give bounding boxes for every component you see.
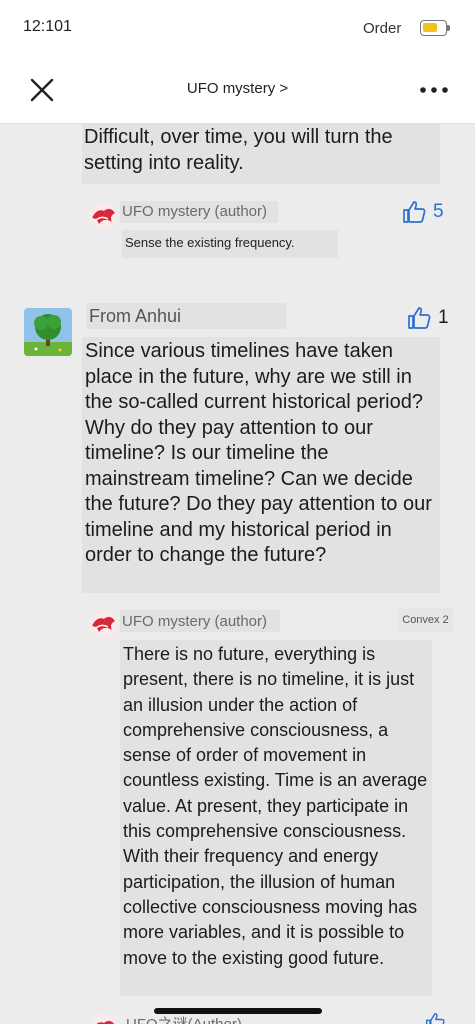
- user-avatar[interactable]: [24, 308, 72, 356]
- commenter-name[interactable]: From Anhui: [89, 306, 181, 327]
- author-name[interactable]: UFO mystery (author): [122, 203, 267, 220]
- author-avatar[interactable]: [89, 202, 117, 230]
- status-time: 12:101: [23, 18, 72, 35]
- battery-level: [423, 23, 437, 32]
- status-bar: 12:101 Order: [0, 0, 475, 58]
- nav-title[interactable]: UFO mystery >: [0, 80, 475, 97]
- author-name[interactable]: UFO mystery (author): [122, 613, 267, 630]
- post-text: Difficult, over time, you will turn the …: [84, 126, 393, 174]
- thumbs-up-icon[interactable]: [424, 1012, 446, 1024]
- like-button[interactable]: 5: [401, 200, 444, 224]
- like-count: 1: [438, 307, 449, 328]
- like-button[interactable]: 1: [406, 306, 449, 330]
- home-indicator[interactable]: [154, 1008, 322, 1014]
- thumbs-up-icon: [408, 307, 431, 329]
- nav-bar: UFO mystery >: [0, 58, 475, 124]
- author-avatar[interactable]: [89, 1014, 117, 1024]
- thumbs-up-icon: [403, 201, 426, 223]
- author-reply-text: There is no future, everything is presen…: [123, 644, 428, 968]
- author-avatar[interactable]: [89, 610, 117, 638]
- author-reply-text: Sense the existing frequency.: [125, 235, 295, 250]
- status-carrier: Order: [363, 20, 402, 37]
- like-count: 5: [433, 201, 444, 222]
- comment-feed[interactable]: Difficult, over time, you will turn the …: [0, 124, 475, 1024]
- convex-badge[interactable]: Convex 2: [398, 608, 453, 632]
- comment-text: Since various timelines have taken place…: [85, 340, 432, 566]
- battery-icon: [420, 20, 450, 36]
- author-name[interactable]: UFO之谜(Author): [126, 1013, 242, 1024]
- more-options-icon[interactable]: [418, 80, 450, 100]
